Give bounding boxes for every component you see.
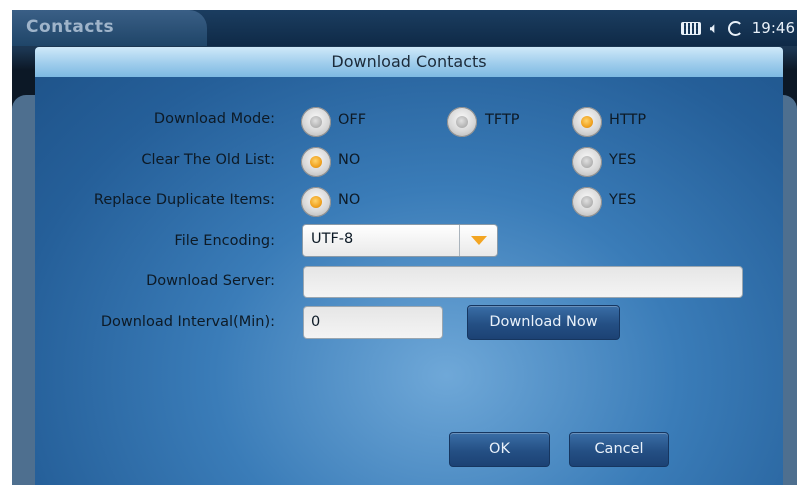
radio-dot [310,116,322,128]
clear-old-list-yes-label: YES [609,152,637,168]
clear-old-list-no-label: NO [338,152,361,168]
download-server-label: Download Server: [146,273,275,289]
radio-dot [456,116,468,128]
download-mode-tftp-label: TFTP [485,112,520,128]
download-interval-label: Download Interval(Min): [100,314,275,330]
app-title-tab: Contacts [12,10,207,46]
status-icons: 🔈︎ 19:46 [680,10,797,46]
clear-old-list-yes-radio[interactable] [572,147,602,177]
clear-old-list-no-radio[interactable] [301,147,331,177]
replace-duplicates-yes-label: YES [609,192,637,208]
download-mode-off-label: OFF [338,112,367,128]
keyboard-icon[interactable] [680,21,701,35]
dropdown-toggle[interactable] [459,225,497,256]
download-server-input[interactable] [303,266,743,298]
clock: 19:46 [751,19,795,37]
download-mode-off-radio[interactable] [301,107,331,137]
ok-button[interactable]: OK [449,432,550,467]
radio-dot [581,196,593,208]
replace-duplicates-no-label: NO [338,192,361,208]
chevron-down-icon [470,236,487,245]
file-encoding-select[interactable]: UTF-8 [302,224,498,257]
file-encoding-value: UTF-8 [311,231,354,247]
radio-dot [310,196,322,208]
download-now-button[interactable]: Download Now [467,305,620,340]
file-encoding-label: File Encoding: [174,233,275,249]
download-mode-label: Download Mode: [153,111,275,127]
radio-dot [581,156,593,168]
status-bar: Contacts 🔈︎ 19:46 [12,10,797,46]
radio-dot [310,156,322,168]
radio-dot [581,116,593,128]
dialog-title: Download Contacts [35,47,783,77]
cancel-button[interactable]: Cancel [569,432,669,467]
replace-duplicates-no-radio[interactable] [301,187,331,217]
download-mode-http-label: HTTP [609,112,647,128]
download-interval-input[interactable]: 0 [303,306,443,339]
replace-duplicates-yes-radio[interactable] [572,187,602,217]
download-mode-tftp-radio[interactable] [447,107,477,137]
app-title: Contacts [26,17,115,37]
sync-icon [727,20,743,36]
download-mode-http-radio[interactable] [572,107,602,137]
replace-duplicates-label: Replace Duplicate Items: [93,192,275,208]
clear-old-list-label: Clear The Old List: [141,152,275,168]
speaker-icon[interactable]: 🔈︎ [710,19,719,37]
